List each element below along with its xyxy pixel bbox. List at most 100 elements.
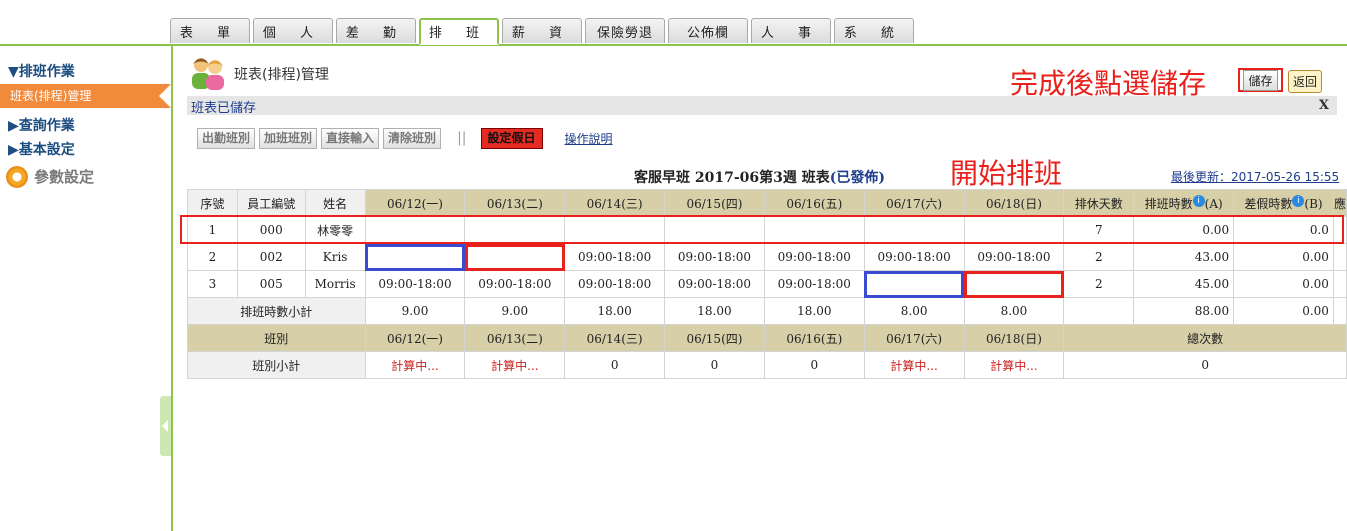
col-day: 06/14(三): [564, 189, 666, 217]
shift-subtotal-cell: 0: [763, 351, 865, 379]
direct-input-button[interactable]: 直接輸入: [321, 127, 380, 149]
table-row: 1 000 林零零 7 0.00 0.0: [187, 216, 1347, 244]
tab-hr[interactable]: 人 事: [751, 18, 831, 43]
tab-bulletin[interactable]: 公佈欄: [668, 18, 748, 43]
sidebar-section-basic-settings[interactable]: ▶基本設定: [0, 138, 171, 162]
sidebar-section-parameters[interactable]: 參數設定: [0, 162, 171, 192]
schedule-table: 序號 員工編號 姓名 06/12(一) 06/13(二) 06/14(三) 06…: [187, 189, 1347, 379]
shift-cell[interactable]: 09:00-18:00: [763, 270, 865, 298]
sidebar-collapse-handle[interactable]: [160, 396, 171, 456]
cell-leave-hours: 0.00: [1233, 243, 1334, 271]
subtotal-sched-hours: 88.00: [1133, 297, 1235, 325]
close-icon[interactable]: X: [1319, 98, 1329, 113]
cell-extra: [1332, 270, 1347, 298]
subtotal-cell: 18.00: [564, 297, 666, 325]
cell-name: Morris: [304, 270, 366, 298]
cell-rest-days: 7: [1063, 216, 1135, 244]
shift-cell[interactable]: [464, 216, 566, 244]
sidebar: ▼排班作業 班表(排程)管理 ▶查詢作業 ▶基本設定 參數設定: [0, 60, 171, 192]
shift-cell[interactable]: 09:00-18:00: [364, 270, 466, 298]
shift-cell[interactable]: [564, 216, 666, 244]
cell-emp-id: 002: [236, 243, 306, 271]
subtotal-cell: 8.00: [863, 297, 965, 325]
shift-cell[interactable]: 09:00-18:00: [863, 243, 965, 271]
table-row: 2 002 Kris 09:00-18:00 09:00-18:00 09:00…: [187, 243, 1347, 271]
col-seq: 序號: [187, 189, 238, 217]
table-row: 3 005 Morris 09:00-18:00 09:00-18:00 09:…: [187, 270, 1347, 298]
tab-salary[interactable]: 薪 資: [502, 18, 582, 43]
clear-shift-button[interactable]: 清除班別: [383, 127, 442, 149]
shift-cell[interactable]: 09:00-18:00: [963, 243, 1065, 271]
shift-cell[interactable]: [364, 216, 466, 244]
shift-subtotal-cell: 0: [564, 351, 666, 379]
sidebar-item-schedule-management[interactable]: 班表(排程)管理: [0, 84, 171, 108]
subtotal-cell: 9.00: [464, 297, 566, 325]
subtotal-extra: [1332, 297, 1347, 325]
shift-col-day: 06/18(日): [963, 324, 1065, 352]
back-button[interactable]: 返回: [1288, 70, 1323, 93]
publish-status: (已發佈): [829, 170, 885, 186]
sidebar-param-label: 參數設定: [34, 168, 95, 186]
cell-leave-hours: 0.00: [1233, 270, 1334, 298]
subtotal-leave-hours: 0.00: [1233, 297, 1334, 325]
leave-hours-suffix: (B): [1304, 196, 1323, 211]
col-rest-days: 排休天數: [1063, 189, 1135, 217]
subtotal-cell: 18.00: [664, 297, 765, 325]
shift-cell[interactable]: [863, 216, 965, 244]
page-title: 班表(排程)管理: [234, 67, 329, 83]
shift-cell[interactable]: [664, 216, 765, 244]
info-icon[interactable]: i: [1192, 194, 1205, 207]
tab-insurance[interactable]: 保險勞退: [585, 18, 665, 43]
tab-forms[interactable]: 表 單: [170, 18, 250, 43]
shift-cell[interactable]: [863, 270, 965, 298]
subtotal-label: 排班時數小計: [187, 297, 366, 325]
tab-personal[interactable]: 個 人: [253, 18, 333, 43]
help-link[interactable]: 操作說明: [565, 130, 613, 147]
leave-hours-label: 差假時數: [1244, 196, 1293, 211]
attendance-shift-button[interactable]: 出勤班別: [197, 127, 256, 149]
cell-rest-days: 2: [1063, 243, 1135, 271]
subtotal-cell: 8.00: [963, 297, 1065, 325]
tab-system[interactable]: 系 統: [834, 18, 914, 43]
schedule-title: 客服早班 2017-06第3週 班表(已發佈): [634, 167, 885, 187]
shift-cell[interactable]: [763, 216, 865, 244]
shift-col-day: 06/12(一): [364, 324, 466, 352]
schedule-toolbar: 出勤班別 加班班別 直接輸入 清除班別 || 設定假日 操作說明: [197, 127, 613, 149]
save-button[interactable]: 儲存: [1238, 68, 1283, 92]
shift-col-day: 06/17(六): [863, 324, 965, 352]
shift-cell[interactable]: [464, 243, 566, 271]
col-day: 06/13(二): [464, 189, 566, 217]
cell-seq: 1: [187, 216, 238, 244]
sidebar-section-query[interactable]: ▶查詢作業: [0, 114, 171, 138]
sidebar-divider: [171, 46, 173, 531]
tab-scheduling[interactable]: 排 班: [419, 18, 499, 45]
shift-cell[interactable]: 09:00-18:00: [664, 270, 765, 298]
people-icon: [192, 58, 224, 90]
shift-cell[interactable]: 09:00-18:00: [564, 243, 666, 271]
gear-icon: [6, 166, 28, 188]
shift-cell[interactable]: 09:00-18:00: [763, 243, 865, 271]
tab-attendance[interactable]: 差 勤: [336, 18, 416, 43]
info-icon[interactable]: i: [1292, 194, 1305, 207]
cell-extra: [1332, 243, 1347, 271]
overtime-shift-button[interactable]: 加班班別: [259, 127, 318, 149]
shift-cell[interactable]: [963, 270, 1065, 298]
shift-cell[interactable]: 09:00-18:00: [564, 270, 666, 298]
last-update-link[interactable]: 最後更新：2017-05-26 15:55: [1171, 168, 1339, 185]
shift-subtotal-cell: 計算中...: [464, 351, 566, 379]
col-leave-hours: 差假時數 i (B): [1233, 189, 1334, 217]
cell-sched-hours: 45.00: [1133, 270, 1235, 298]
cell-name: 林零零: [304, 216, 366, 244]
shift-subtotal-cell: 計算中...: [963, 351, 1065, 379]
subtotal-rest-days: [1063, 297, 1135, 325]
shift-cell[interactable]: [364, 243, 466, 271]
shift-col-day: 06/13(二): [464, 324, 566, 352]
shift-cell[interactable]: 09:00-18:00: [664, 243, 765, 271]
cell-seq: 3: [187, 270, 238, 298]
cell-sched-hours: 43.00: [1133, 243, 1235, 271]
col-sched-hours: 排班時數 i (A): [1133, 189, 1235, 217]
set-holiday-button[interactable]: 設定假日: [480, 127, 543, 149]
sidebar-section-scheduling[interactable]: ▼排班作業: [0, 60, 171, 84]
shift-cell[interactable]: 09:00-18:00: [464, 270, 566, 298]
shift-cell[interactable]: [963, 216, 1065, 244]
